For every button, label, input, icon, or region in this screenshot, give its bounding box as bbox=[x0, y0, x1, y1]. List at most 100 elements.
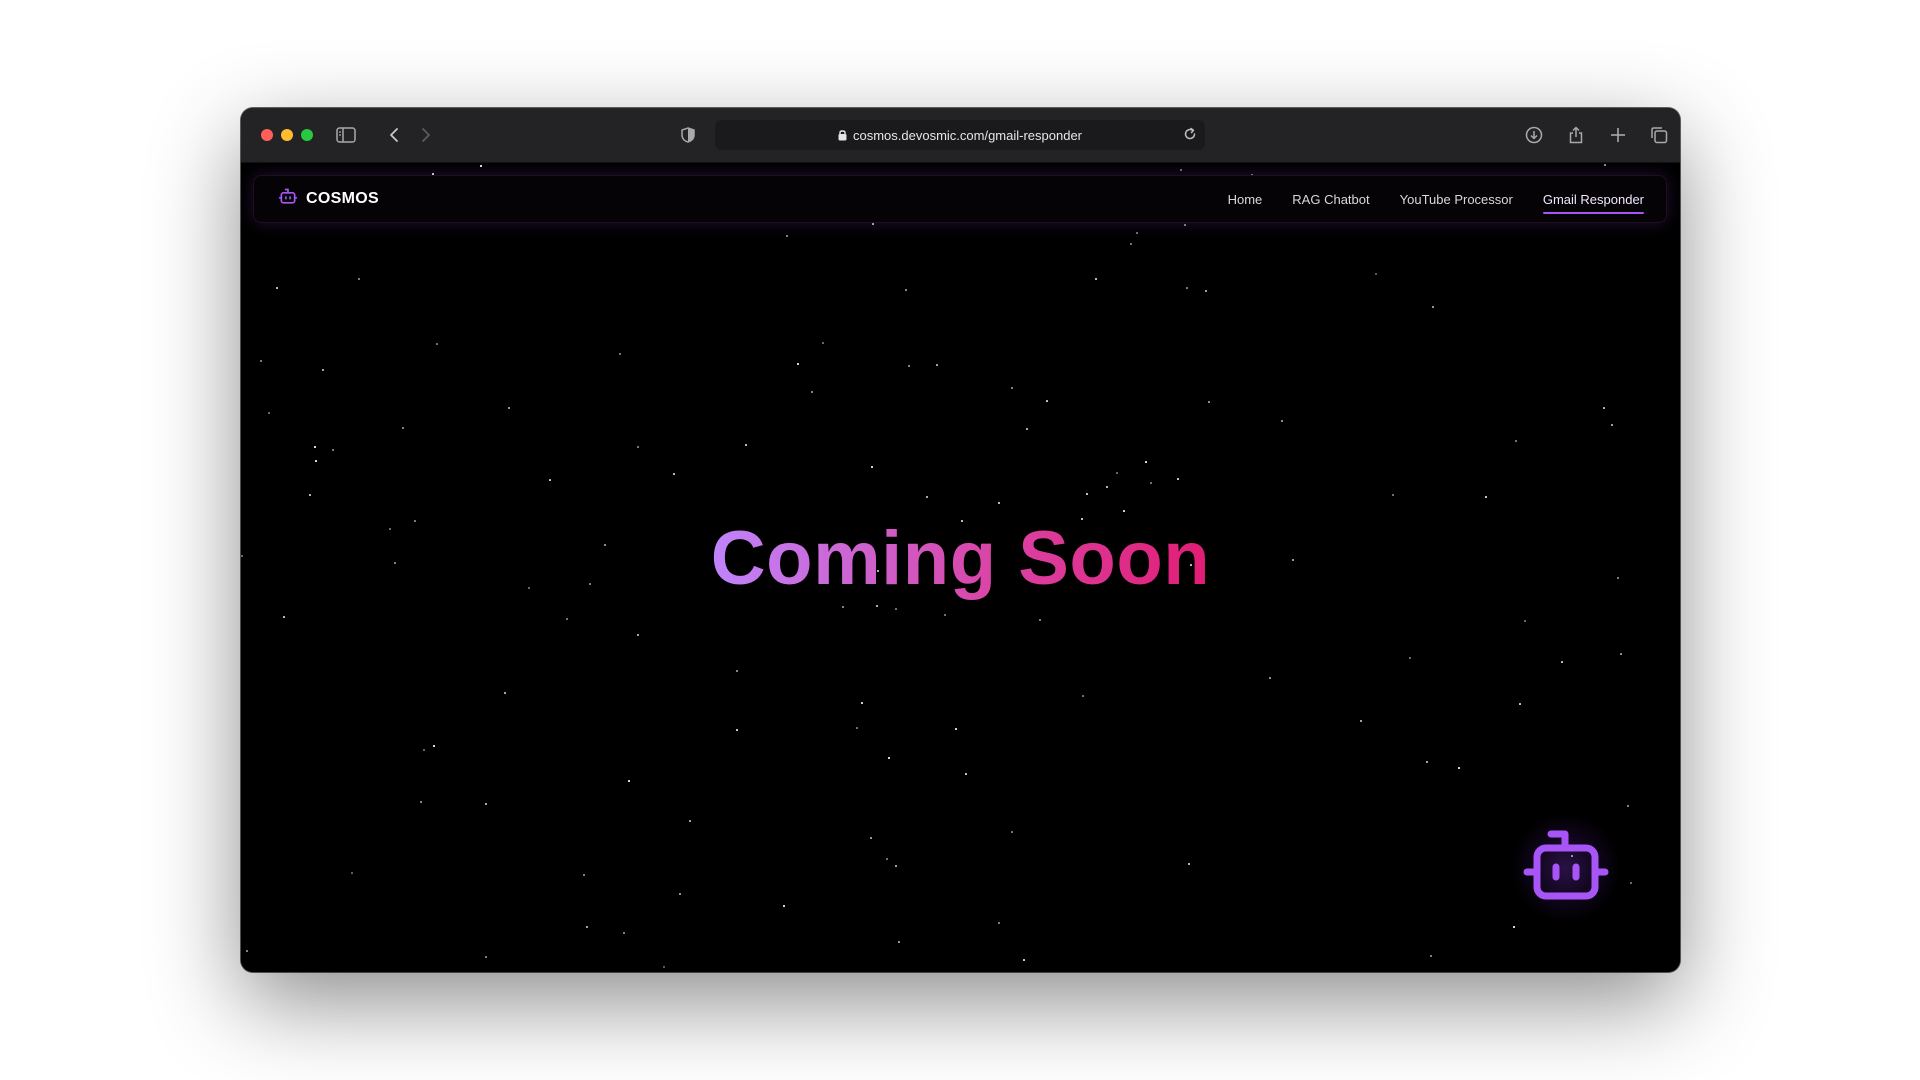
star bbox=[402, 427, 404, 429]
star bbox=[786, 235, 788, 237]
share-icon[interactable] bbox=[1563, 122, 1589, 148]
star bbox=[1409, 657, 1411, 659]
star bbox=[1011, 387, 1013, 389]
star bbox=[1430, 955, 1432, 957]
star bbox=[1604, 164, 1606, 166]
star bbox=[358, 278, 360, 280]
star bbox=[965, 773, 967, 775]
star bbox=[1519, 703, 1521, 705]
star bbox=[1130, 243, 1132, 245]
star bbox=[1136, 232, 1138, 234]
maximize-window-button[interactable] bbox=[301, 129, 313, 141]
star bbox=[871, 466, 873, 468]
star bbox=[1082, 695, 1084, 697]
star bbox=[1177, 478, 1179, 480]
nav-links: Home RAG Chatbot YouTube Processor Gmail… bbox=[1228, 176, 1645, 222]
nav-link-home[interactable]: Home bbox=[1228, 188, 1263, 211]
back-icon[interactable] bbox=[381, 122, 407, 148]
star bbox=[689, 820, 691, 822]
chatbot-launcher-button[interactable] bbox=[1511, 813, 1621, 923]
star bbox=[736, 729, 738, 731]
star bbox=[872, 223, 874, 225]
hero-heading: Coming Soon bbox=[241, 515, 1680, 602]
star bbox=[1046, 400, 1048, 402]
star bbox=[1180, 169, 1182, 171]
star bbox=[1095, 278, 1097, 280]
lock-icon bbox=[838, 129, 847, 141]
star bbox=[1106, 486, 1108, 488]
star bbox=[1150, 482, 1152, 484]
star bbox=[1485, 496, 1487, 498]
minimize-window-button[interactable] bbox=[281, 129, 293, 141]
address-bar[interactable]: cosmos.devosmic.com/gmail-responder bbox=[715, 120, 1205, 150]
star bbox=[1360, 720, 1362, 722]
star bbox=[1392, 494, 1394, 496]
star bbox=[1515, 440, 1517, 442]
nav-link-rag-chatbot[interactable]: RAG Chatbot bbox=[1292, 188, 1369, 211]
star bbox=[876, 605, 878, 607]
star bbox=[888, 757, 890, 759]
star bbox=[1039, 619, 1041, 621]
forward-icon[interactable] bbox=[413, 122, 439, 148]
star bbox=[1611, 424, 1613, 426]
star bbox=[1458, 767, 1460, 769]
reload-icon[interactable] bbox=[1183, 127, 1197, 144]
star bbox=[276, 287, 278, 289]
star bbox=[637, 634, 639, 636]
star bbox=[673, 473, 675, 475]
star bbox=[1011, 831, 1013, 833]
star bbox=[745, 444, 747, 446]
star bbox=[583, 874, 585, 876]
new-tab-icon[interactable] bbox=[1605, 122, 1631, 148]
star bbox=[1086, 493, 1088, 495]
star bbox=[566, 618, 568, 620]
robot-icon bbox=[1521, 828, 1611, 909]
star bbox=[1375, 273, 1377, 275]
star bbox=[1627, 805, 1629, 807]
star bbox=[1561, 661, 1563, 663]
star bbox=[322, 369, 324, 371]
star bbox=[420, 801, 422, 803]
browser-titlebar: cosmos.devosmic.com/gmail-responder bbox=[241, 108, 1680, 163]
star bbox=[508, 407, 510, 409]
star bbox=[433, 745, 435, 747]
star bbox=[549, 479, 551, 481]
star bbox=[1426, 761, 1428, 763]
star bbox=[856, 727, 858, 729]
star bbox=[822, 342, 824, 344]
downloads-icon[interactable] bbox=[1521, 122, 1547, 148]
star bbox=[736, 670, 738, 672]
star bbox=[1524, 620, 1526, 622]
star bbox=[504, 692, 506, 694]
star bbox=[315, 460, 317, 462]
star bbox=[783, 905, 785, 907]
star bbox=[283, 616, 285, 618]
star bbox=[623, 932, 625, 934]
privacy-shield-icon[interactable] bbox=[675, 122, 701, 148]
star bbox=[861, 702, 863, 704]
star bbox=[1603, 407, 1605, 409]
star bbox=[332, 449, 334, 451]
nav-link-youtube-processor[interactable]: YouTube Processor bbox=[1400, 188, 1513, 211]
brand-name: COSMOS bbox=[306, 190, 379, 207]
star bbox=[1620, 653, 1622, 655]
star bbox=[870, 837, 872, 839]
star bbox=[1208, 401, 1210, 403]
star bbox=[955, 728, 957, 730]
sidebar-toggle-icon[interactable] bbox=[333, 122, 359, 148]
tab-overview-icon[interactable] bbox=[1646, 122, 1672, 148]
star bbox=[260, 360, 262, 362]
star bbox=[1630, 882, 1632, 884]
star bbox=[905, 289, 907, 291]
star bbox=[485, 956, 487, 958]
nav-link-gmail-responder[interactable]: Gmail Responder bbox=[1542, 188, 1645, 214]
star bbox=[480, 165, 482, 167]
star bbox=[1023, 959, 1025, 961]
star bbox=[637, 446, 639, 448]
star bbox=[1281, 420, 1283, 422]
star bbox=[246, 950, 248, 952]
close-window-button[interactable] bbox=[261, 129, 273, 141]
star bbox=[485, 803, 487, 805]
brand-logo[interactable]: COSMOS bbox=[278, 176, 379, 222]
star bbox=[811, 391, 813, 393]
